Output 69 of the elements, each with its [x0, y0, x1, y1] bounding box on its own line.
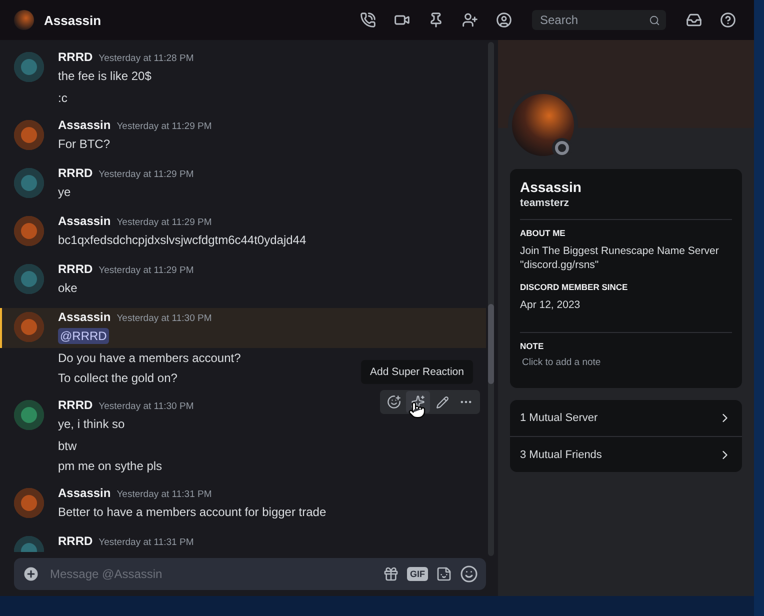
message-text: oke	[58, 281, 78, 295]
inbox-icon[interactable]	[686, 12, 702, 28]
add-icon[interactable]	[22, 565, 40, 583]
username: teamsterz	[520, 197, 570, 209]
timestamp: Yesterday at 11:30 PM	[98, 401, 194, 412]
tooltip: Add Super Reaction	[361, 360, 473, 384]
avatar[interactable]	[14, 312, 44, 342]
gif-button[interactable]: GIF	[407, 567, 428, 581]
user-profile-icon[interactable]	[496, 12, 512, 28]
avatar[interactable]	[14, 216, 44, 246]
mutuals-row[interactable]: 1 Mutual Server	[510, 400, 742, 436]
message-text: the fee is like 20$	[58, 69, 152, 83]
sticker-icon[interactable]	[436, 566, 452, 582]
message-input[interactable]: Message @Assassin GIF	[14, 558, 486, 590]
message-text: Better to have a members account for bigger trade	[58, 505, 326, 519]
search-field[interactable]: Search	[532, 10, 666, 30]
message-text: :c	[58, 91, 68, 105]
phone-call-icon[interactable]	[360, 12, 376, 28]
author-name[interactable]: Assassin	[58, 118, 111, 132]
timestamp: Yesterday at 11:31 PM	[98, 537, 194, 548]
author-name[interactable]: Assassin	[58, 214, 111, 228]
mutuals-row[interactable]: 3 Mutual Friends	[510, 436, 742, 472]
emoji-icon[interactable]	[460, 565, 478, 583]
timestamp: Yesterday at 11:29 PM	[98, 265, 194, 276]
author-name[interactable]: RRRD	[58, 50, 93, 64]
section-text: Join The Biggest Runescape Name Server "discord.gg/rsns"	[520, 244, 720, 272]
author-name[interactable]: RRRD	[58, 262, 93, 276]
status-icon	[555, 141, 569, 155]
display-name: Assassin	[520, 179, 582, 195]
message-text: ye, i think so	[58, 417, 125, 431]
channel-title: Assassin	[44, 12, 102, 28]
message-text: ye	[58, 185, 71, 199]
avatar[interactable]	[14, 168, 44, 198]
section-heading: ABOUT ME	[520, 228, 566, 238]
message-text: To collect the gold on?	[58, 371, 178, 385]
message-text: btw	[58, 439, 77, 453]
gift-icon[interactable]	[383, 566, 399, 582]
section-text: Apr 12, 2023	[520, 298, 582, 312]
search-icon	[649, 14, 660, 26]
author-name[interactable]: Assassin	[58, 310, 111, 324]
help-icon[interactable]	[720, 12, 736, 28]
section-heading: DISCORD MEMBER SINCE	[520, 282, 629, 292]
avatar[interactable]	[14, 264, 44, 294]
section-heading: NOTE	[520, 341, 545, 351]
pin-icon[interactable]	[428, 12, 444, 28]
avatar[interactable]	[14, 10, 34, 30]
message-text: For BTC?	[58, 137, 110, 151]
message-text: bc1qxfedsdchcpjdxslvsjwcfdgtm6c44t0ydajd44	[58, 233, 306, 247]
timestamp: Yesterday at 11:30 PM	[116, 313, 212, 324]
hand-cursor-icon	[408, 401, 426, 419]
timestamp: Yesterday at 11:28 PM	[98, 53, 194, 64]
avatar[interactable]	[14, 488, 44, 518]
author-name[interactable]: RRRD	[58, 534, 93, 548]
timestamp: Yesterday at 11:29 PM	[116, 217, 212, 228]
avatar[interactable]	[14, 120, 44, 150]
avatar[interactable]	[14, 400, 44, 430]
search-input[interactable]: Search	[538, 12, 649, 28]
avatar[interactable]	[14, 52, 44, 82]
author-name[interactable]: Assassin	[58, 486, 111, 500]
add-user-icon[interactable]	[462, 12, 478, 28]
note-field[interactable]: Click to add a note	[520, 357, 732, 368]
mention-tag[interactable]: @RRRD	[58, 328, 109, 344]
timestamp: Yesterday at 11:31 PM	[116, 489, 212, 500]
timestamp: Yesterday at 11:29 PM	[116, 121, 212, 132]
author-name[interactable]: RRRD	[58, 398, 93, 412]
message-text: Do you have a members account?	[58, 351, 241, 365]
timestamp: Yesterday at 11:29 PM	[98, 169, 194, 180]
message-text: pm me on sythe pls	[58, 459, 162, 473]
author-name[interactable]: RRRD	[58, 166, 93, 180]
